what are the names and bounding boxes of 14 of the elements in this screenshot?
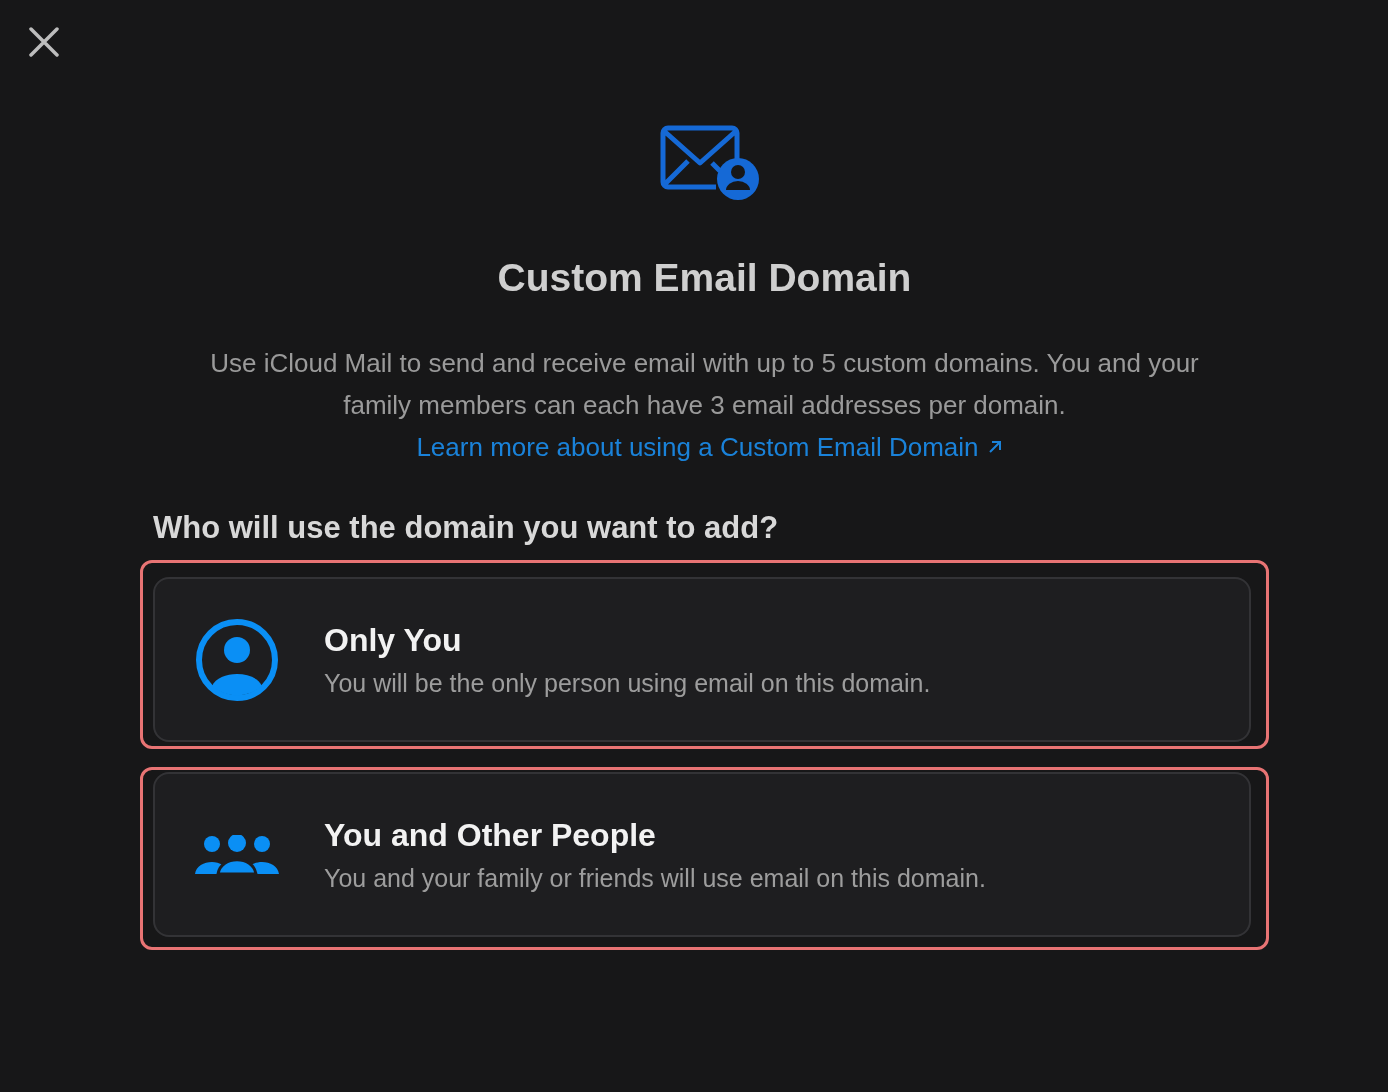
option-description: You will be the only person using email on this domain. — [324, 668, 931, 698]
people-group-icon — [195, 834, 279, 875]
person-circle-icon — [195, 617, 279, 702]
close-icon[interactable] — [29, 27, 59, 57]
option-description: You and your family or friends will use email on this domain. — [324, 863, 986, 893]
option-title: You and Other People — [324, 816, 657, 854]
mail-contact-icon — [659, 125, 760, 201]
learn-more-link[interactable]: Learn more about using a Custom Email Domain — [416, 426, 1003, 468]
option-title: Only You — [324, 621, 463, 659]
option-card[interactable]: You and Other People You and your family or friends will use email on this domain. — [153, 772, 1251, 937]
description-text: Use iCloud Mail to send and receive email with up to 5 custom domains. You and your family members can each have 3 email addresses per domain. — [209, 347, 1200, 422]
question-heading: Who will use the domain you want to add? — [153, 510, 779, 546]
option-card[interactable]: Only You You will be the only person using email on this domain. — [153, 577, 1251, 742]
dialog-title: Custom Email Domain — [497, 256, 912, 300]
